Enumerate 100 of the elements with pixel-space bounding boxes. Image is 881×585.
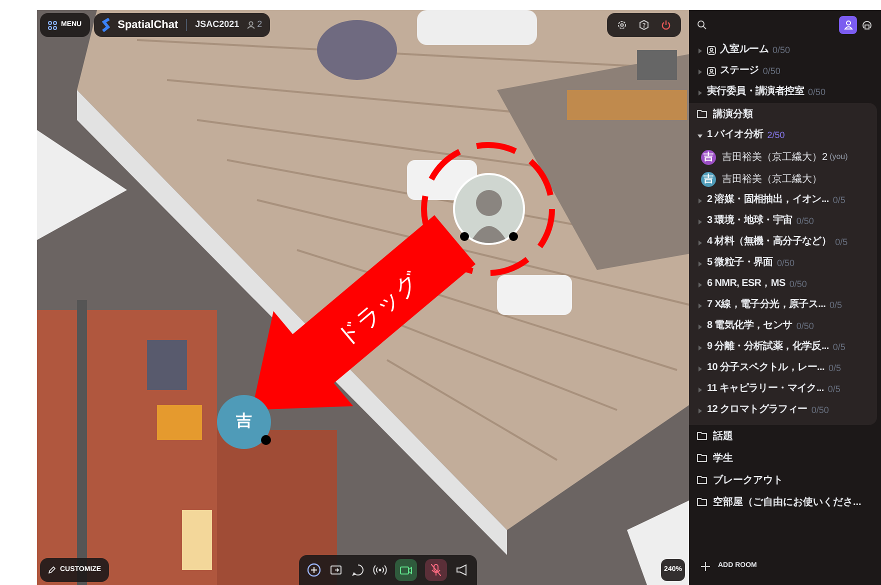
people-tab-button[interactable] — [839, 16, 857, 34]
room-item[interactable]: 入室ルーム 0/50 — [689, 40, 881, 61]
folder-icon — [697, 432, 707, 440]
camera-button[interactable] — [395, 559, 417, 581]
room-item[interactable]: 2 溶媒・固相抽出，イオン... 0/5 — [689, 190, 877, 211]
caret-right-icon — [697, 240, 703, 246]
room-item[interactable]: 6 NMR, ESR，MS 0/50 — [689, 274, 877, 295]
folder-item[interactable]: ブレークアウト — [689, 469, 881, 491]
room-count: 0/50 — [772, 44, 790, 57]
room-item[interactable]: 11 キャピラリー・マイク... 0/5 — [689, 379, 877, 400]
folder-name: 空部屋（ご自由にお使いくださ... — [713, 496, 862, 510]
room-name: 2 溶媒・固相抽出，イオン... — [707, 194, 829, 207]
caret-down-icon — [697, 132, 703, 138]
plus-icon — [701, 562, 710, 570]
pencil-icon — [48, 566, 56, 574]
folder-icon — [697, 498, 707, 506]
microphone-button[interactable] — [425, 559, 447, 581]
room-item[interactable]: 12 クロマトグラフィー 0/50 — [689, 400, 877, 421]
folder-name: 講演分類 — [713, 108, 753, 122]
folder-item[interactable]: 講演分類 — [689, 103, 877, 125]
room-count: 0/5 — [835, 236, 848, 249]
folder-item[interactable]: 空部屋（ご自由にお使いくださ... — [689, 491, 881, 513]
room-count: 2/50 — [767, 128, 785, 142]
member-name: 吉田裕美（京工繊大）2 — [722, 150, 828, 164]
room-item[interactable]: 3 環境・地球・宇宙 0/50 — [689, 211, 877, 232]
member-name: 吉田裕美（京工繊大） — [722, 172, 822, 186]
room-name: ステージ — [720, 65, 759, 78]
caret-right-icon — [697, 260, 703, 266]
caret-right-icon — [697, 198, 703, 204]
room-count: 0/5 — [830, 298, 842, 312]
room-item[interactable]: 8 電気化学，センサ 0/50 — [689, 316, 877, 337]
folder-name: 話題 — [713, 430, 733, 444]
person-frame-icon — [707, 46, 716, 55]
rooms-icon[interactable] — [861, 19, 873, 31]
megaphone-icon[interactable] — [455, 563, 469, 577]
folder-name: ブレークアウト — [713, 474, 783, 488]
caret-right-icon — [697, 48, 703, 54]
folder-name: 学生 — [713, 452, 733, 466]
help-icon[interactable] — [639, 20, 649, 30]
person-icon — [844, 20, 852, 30]
room-name: 実行委員・講演者控室 — [707, 86, 804, 99]
room-count: 0/5 — [828, 382, 840, 396]
camera-icon — [400, 566, 412, 574]
caret-right-icon — [697, 218, 703, 224]
room-name: 入室ルーム — [720, 44, 769, 57]
room-name: 7 X線，電子分光，原子ス... — [707, 299, 826, 312]
broadcast-icon[interactable] — [373, 563, 387, 577]
room-count: 0/50 — [789, 278, 807, 291]
person-frame-icon — [707, 67, 716, 76]
you-label: (you) — [830, 151, 848, 163]
room-item[interactable]: ステージ 0/50 — [689, 61, 881, 82]
caret-right-icon — [697, 302, 703, 308]
room-item[interactable]: 10 分子スペクトル，レー... 0/5 — [689, 358, 877, 379]
caret-right-icon — [697, 282, 703, 288]
room-name: 9 分離・分析試薬，化学反... — [707, 341, 829, 354]
add-icon[interactable] — [307, 563, 321, 577]
room-name: 11 キャピラリー・マイク... — [707, 383, 824, 396]
room-item[interactable]: 4 材料（無機・高分子など） 0/5 — [689, 232, 877, 253]
screen-share-icon[interactable] — [329, 563, 343, 577]
logo-icon — [102, 18, 110, 32]
member-avatar: 吉 — [701, 150, 716, 164]
member-avatar: 吉 — [701, 172, 716, 186]
room-name: 10 分子スペクトル，レー... — [707, 362, 824, 375]
member-item[interactable]: 吉 吉田裕美（京工繊大） — [689, 168, 877, 190]
folder-icon — [697, 476, 707, 484]
room-name: 12 クロマトグラフィー — [707, 404, 808, 417]
room-count: 0/50 — [811, 404, 829, 417]
room-item[interactable]: 1 バイオ分析 2/50 — [689, 125, 877, 146]
folder-item[interactable]: 学生 — [689, 447, 881, 469]
space-name: JSAC2021 — [195, 18, 240, 32]
room-name: 3 環境・地球・宇宙 — [707, 215, 792, 228]
room-count: 0/5 — [832, 194, 846, 207]
settings-icon[interactable] — [617, 20, 627, 30]
caret-right-icon — [697, 386, 703, 392]
folder-item[interactable]: 話題 — [689, 425, 881, 447]
member-item[interactable]: 吉 吉田裕美（京工繊大）2 (you) — [689, 146, 877, 168]
caret-right-icon — [697, 344, 703, 350]
folder-icon — [697, 454, 707, 462]
room-count: 0/50 — [808, 86, 826, 99]
power-icon[interactable] — [661, 20, 671, 30]
room-item[interactable]: 7 X線，電子分光，原子ス... 0/5 — [689, 295, 877, 316]
room-name: 8 電気化学，センサ — [707, 320, 792, 333]
search-icon[interactable] — [697, 20, 707, 30]
caret-right-icon — [697, 68, 703, 74]
room-count: 0/50 — [762, 64, 780, 78]
room-count: 0/50 — [776, 256, 794, 270]
caret-right-icon — [697, 324, 703, 330]
room-count: 0/5 — [832, 340, 846, 354]
room-item[interactable]: 5 微粒子・界面 0/50 — [689, 253, 877, 274]
grid-icon — [48, 20, 57, 30]
room-name: 1 バイオ分析 — [707, 129, 764, 142]
caret-right-icon — [697, 366, 703, 372]
room-item[interactable]: 実行委員・講演者控室 0/50 — [689, 82, 881, 103]
microphone-icon — [431, 564, 441, 576]
caret-right-icon — [697, 408, 703, 414]
room-item[interactable]: 9 分離・分析試薬，化学反... 0/5 — [689, 337, 877, 358]
caret-right-icon — [697, 90, 703, 96]
room-count: 0/5 — [828, 362, 841, 375]
annotation-text: ドラッグ — [330, 266, 427, 354]
app-name: SpatialChat — [118, 18, 178, 33]
